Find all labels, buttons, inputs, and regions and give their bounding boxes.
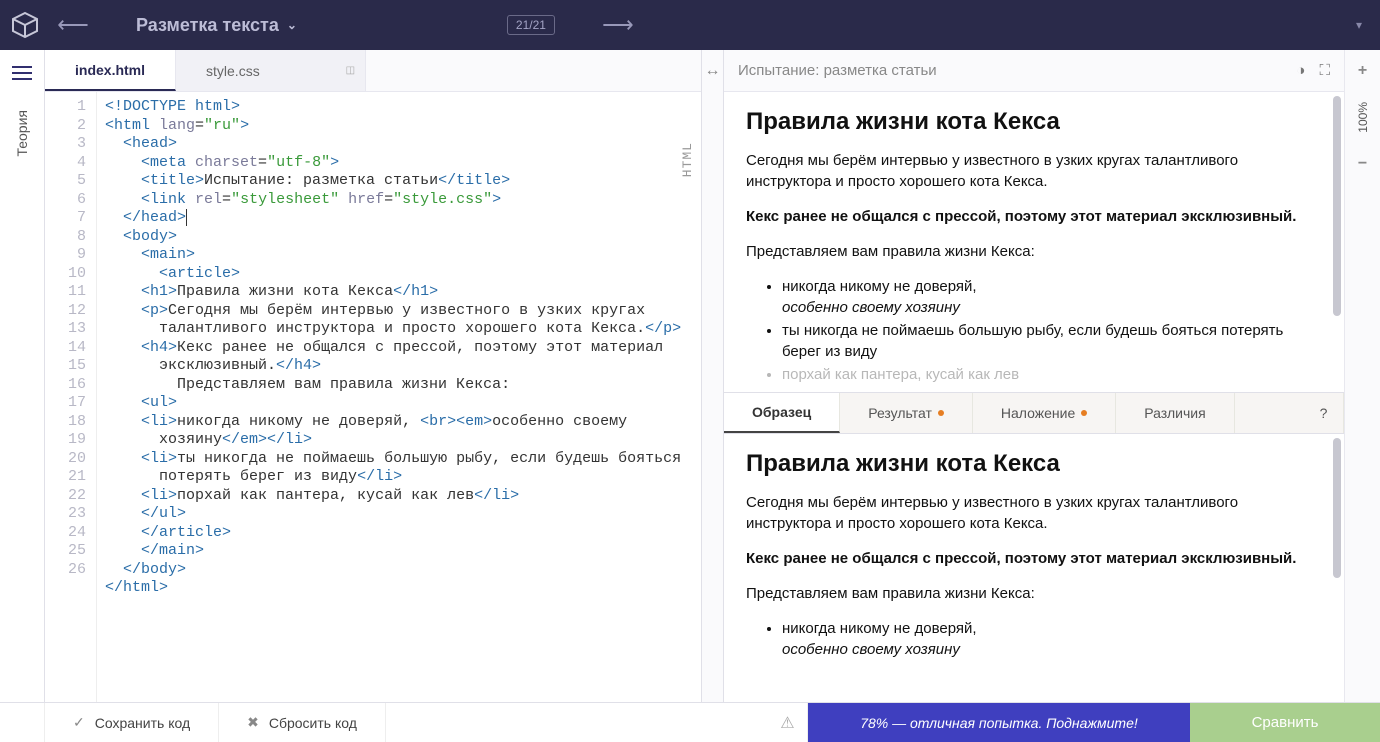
article-heading: Правила жизни кота Кекса bbox=[746, 108, 1322, 136]
lang-label: HTML bbox=[679, 142, 698, 177]
zoom-in-button[interactable]: + bbox=[1358, 62, 1367, 80]
ptab-help[interactable]: ? bbox=[1304, 393, 1344, 433]
split-icon[interactable]: ◫ bbox=[346, 65, 355, 76]
code-content[interactable]: <!DOCTYPE html> <html lang="ru"> <head> … bbox=[97, 92, 701, 702]
dot-icon bbox=[938, 410, 944, 416]
warning-icon[interactable]: ⚠ bbox=[768, 703, 808, 742]
step-counter: 21/21 bbox=[507, 15, 555, 35]
article-intro: Сегодня мы берём интервью у известного в… bbox=[746, 492, 1322, 534]
ptab-sample[interactable]: Образец bbox=[724, 393, 840, 433]
list-item: никогда никому не доверяй,особенно своем… bbox=[782, 276, 1322, 318]
lesson-title-text: Разметка текста bbox=[136, 15, 279, 36]
scrollbar[interactable] bbox=[1332, 92, 1342, 392]
lesson-title[interactable]: Разметка текста ⌄ bbox=[126, 15, 307, 36]
save-button[interactable]: ✓Сохранить код bbox=[45, 703, 219, 742]
tab-style-css[interactable]: style.css ◫ bbox=[176, 50, 366, 91]
ptab-diff[interactable]: Различия bbox=[1116, 393, 1234, 433]
line-gutter: 1234567891011121314151617181920212223242… bbox=[45, 92, 97, 702]
check-icon: ✓ bbox=[73, 714, 85, 731]
article-bold: Кекс ранее не общался с прессой, поэтому… bbox=[746, 206, 1322, 227]
resize-handle[interactable]: ↔ bbox=[702, 50, 724, 702]
editor-panel: index.html style.css ◫ 123456789101112131… bbox=[45, 50, 702, 702]
ptab-result[interactable]: Результат bbox=[840, 393, 973, 433]
rules-list: никогда никому не доверяй,особенно своем… bbox=[746, 618, 1322, 660]
top-bar: ⟵ Разметка текста ⌄ 21/21 ⟶ ▾ bbox=[0, 0, 1380, 50]
preview-header: Испытание: разметка статьи ◑ ⛶ bbox=[724, 50, 1344, 92]
article-intro: Сегодня мы берём интервью у известного в… bbox=[746, 150, 1322, 192]
code-editor[interactable]: 1234567891011121314151617181920212223242… bbox=[45, 92, 701, 702]
editor-tabs: index.html style.css ◫ bbox=[45, 50, 701, 92]
nav-back-button[interactable]: ⟵ bbox=[50, 0, 96, 50]
compare-button[interactable]: Сравнить bbox=[1190, 703, 1380, 742]
top-menu-dropdown[interactable]: ▾ bbox=[1344, 18, 1374, 32]
list-item: ты никогда не поймаешь большую рыбу, есл… bbox=[782, 320, 1322, 362]
bottom-bar: ✓Сохранить код ✖Сбросить код ⚠ 78% — отл… bbox=[0, 702, 1380, 742]
list-item: порхай как пантера, кусай как лев bbox=[782, 364, 1322, 385]
logo[interactable] bbox=[0, 0, 50, 50]
article-bold: Кекс ранее не общался с прессой, поэтому… bbox=[746, 548, 1322, 569]
dot-icon bbox=[1081, 410, 1087, 416]
logo-icon bbox=[11, 11, 39, 39]
preview-panel: Испытание: разметка статьи ◑ ⛶ Правила ж… bbox=[724, 50, 1344, 702]
tab-index-html[interactable]: index.html bbox=[45, 50, 176, 91]
preview-bottom: Правила жизни кота Кекса Сегодня мы берё… bbox=[724, 434, 1344, 702]
ptab-overlay[interactable]: Наложение bbox=[973, 393, 1116, 433]
fullscreen-icon[interactable]: ⛶ bbox=[1319, 62, 1330, 79]
article-lead: Представляем вам правила жизни Кекса: bbox=[746, 583, 1322, 604]
reset-button[interactable]: ✖Сбросить код bbox=[219, 703, 386, 742]
rules-list: никогда никому не доверяй,особенно своем… bbox=[746, 276, 1322, 385]
article-heading: Правила жизни кота Кекса bbox=[746, 450, 1322, 478]
run-icon[interactable]: ◑ bbox=[1296, 62, 1305, 79]
list-item: никогда никому не доверяй,особенно своем… bbox=[782, 618, 1322, 660]
tab-label: style.css bbox=[206, 63, 260, 79]
menu-button[interactable] bbox=[12, 66, 32, 80]
preview-tabs: Образец Результат Наложение Различия ? bbox=[724, 392, 1344, 434]
zoom-rail: + 100% − bbox=[1344, 50, 1380, 702]
theory-tab[interactable]: Теория bbox=[14, 104, 30, 163]
close-icon: ✖ bbox=[247, 714, 259, 731]
left-rail: Теория bbox=[0, 50, 45, 702]
preview-top: Правила жизни кота Кекса Сегодня мы берё… bbox=[724, 92, 1344, 392]
nav-forward-button[interactable]: ⟶ bbox=[595, 0, 641, 50]
scrollbar[interactable] bbox=[1332, 434, 1342, 702]
zoom-out-button[interactable]: − bbox=[1358, 155, 1367, 173]
chevron-down-icon: ⌄ bbox=[287, 18, 297, 32]
preview-title: Испытание: разметка статьи bbox=[738, 62, 937, 79]
tab-label: index.html bbox=[75, 62, 145, 78]
progress-bar: 78% — отличная попытка. Поднажмите! bbox=[808, 703, 1190, 742]
zoom-level: 100% bbox=[1356, 102, 1370, 133]
article-lead: Представляем вам правила жизни Кекса: bbox=[746, 241, 1322, 262]
